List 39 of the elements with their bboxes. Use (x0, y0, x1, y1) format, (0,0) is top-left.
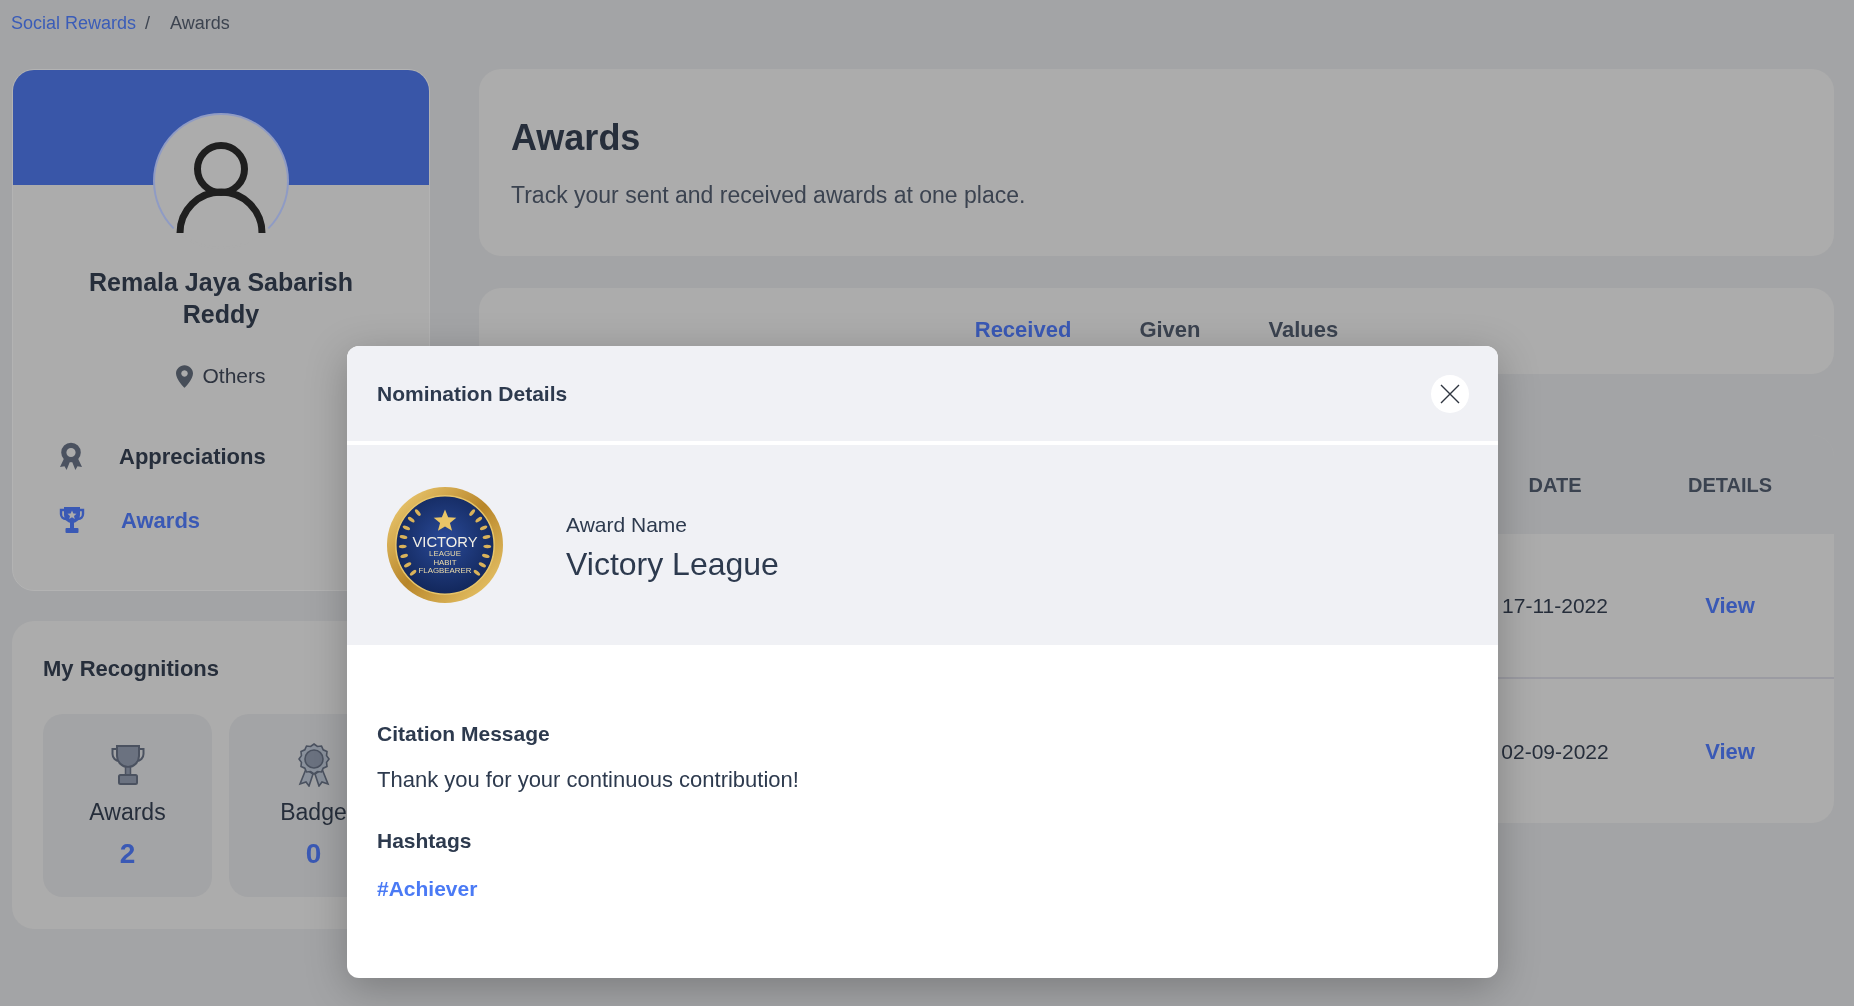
view-link[interactable]: View (1705, 735, 1755, 768)
location-text: Others (202, 363, 266, 389)
tab[interactable]: Given (1139, 316, 1201, 344)
tab[interactable]: Received (974, 316, 1072, 344)
table-cell-text: 02-09-2022 (1501, 738, 1609, 765)
breadcrumb-link[interactable]: Social Rewards (11, 9, 137, 37)
close-icon (1440, 383, 1460, 404)
column-header: DATE (1528, 472, 1582, 498)
user-icon (175, 141, 267, 234)
stat-count: 0 (305, 837, 322, 871)
breadcrumb-separator: / (145, 11, 151, 35)
award-medal: VICTORY LEAGUE HABIT FLAGBEARER (386, 486, 504, 604)
citation-text: Thank you for your continuous contribution! (377, 766, 799, 794)
page-title: Awards (511, 116, 641, 160)
stat-label: Badge (280, 798, 347, 827)
award-name: Victory League (566, 545, 779, 584)
trophy-icon (59, 506, 85, 534)
view-link[interactable]: View (1705, 589, 1755, 622)
nav-item[interactable]: Appreciations (59, 434, 266, 478)
close-button[interactable] (1431, 374, 1469, 413)
stat-count: 2 (119, 837, 136, 871)
tab[interactable]: Values (1268, 316, 1339, 344)
hashtag-link[interactable]: #Achiever (377, 876, 478, 902)
breadcrumb-current: Awards (170, 11, 230, 35)
ribbon-icon (59, 442, 83, 470)
stat-label: Awards (89, 798, 166, 827)
page-subtitle: Track your sent and received awards at one place. (511, 181, 1026, 210)
nav-item[interactable]: Awards (59, 498, 201, 542)
award-label: Award Name (566, 512, 687, 538)
table-cell-text: 17-11-2022 (1502, 592, 1608, 619)
column-header: DETAILS (1687, 472, 1773, 498)
section-heading: Hashtags (377, 828, 472, 854)
location-pin-icon (176, 364, 194, 388)
section-title: My Recognitions (43, 655, 219, 683)
dialog-title: Nomination Details (377, 380, 568, 407)
trophy-icon (109, 744, 146, 786)
section-heading: Citation Message (377, 721, 550, 747)
rosette-icon (296, 743, 331, 787)
profile-name: Remala Jaya Sabarish Reddy (87, 267, 355, 330)
